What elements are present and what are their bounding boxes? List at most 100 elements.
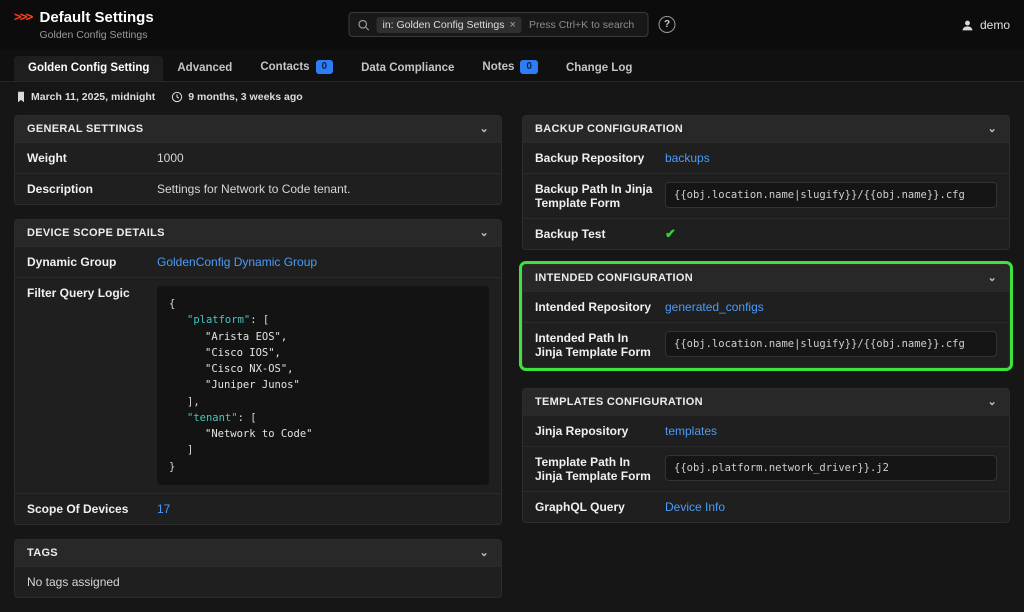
backup-repository-link[interactable]: backups [665, 151, 710, 165]
username: demo [979, 18, 1010, 32]
tab-label: Change Log [565, 62, 633, 74]
tags-header[interactable]: TAGS ⌄ [15, 539, 501, 566]
code-token: "platform" [187, 314, 251, 327]
chevron-down-icon: ⌄ [987, 396, 997, 408]
panel-tags: TAGS ⌄ No tags assigned [14, 538, 502, 598]
tab-label: Golden Config Setting [28, 62, 150, 74]
panel-title: GENERAL SETTINGS [27, 123, 144, 135]
tab-contacts[interactable]: Contacts 0 [246, 54, 347, 81]
template-path-value: {{obj.platform.network_driver}}.j2 [665, 455, 997, 481]
field-label: Intended Path In Jinja Template Form [535, 331, 651, 359]
record-meta: March 11, 2025, midnight 9 months, 3 wee… [0, 82, 1024, 109]
row-graphql-query: GraphQL Query Device Info [523, 491, 1009, 522]
code-token: "Juniper Junos" [205, 379, 300, 392]
intended-path-value: {{obj.location.name|slugify}}/{{obj.name… [665, 331, 997, 357]
row-dynamic-group: Dynamic Group GoldenConfig Dynamic Group [15, 246, 501, 277]
code-token: { [169, 298, 176, 310]
code-token: "Cisco IOS", [205, 346, 281, 359]
code-token: "Arista EOS", [205, 330, 288, 343]
panel-title: TAGS [27, 546, 58, 559]
panel-device-scope-details: DEVICE SCOPE DETAILS ⌄ Dynamic Group Gol… [14, 219, 502, 525]
field-value: 1000 [157, 151, 184, 165]
templates-configuration-header[interactable]: TEMPLATES CONFIGURATION ⌄ [523, 389, 1009, 415]
left-column: GENERAL SETTINGS ⌄ Weight 1000 Descripti… [14, 115, 502, 612]
panel-title: BACKUP CONFIGURATION [535, 123, 683, 135]
bookmark-icon [18, 91, 24, 103]
user-menu[interactable]: demo [961, 18, 1010, 32]
code-token: : [ [237, 411, 257, 424]
check-icon: ✔ [665, 226, 676, 241]
chevron-down-icon: ⌄ [987, 272, 997, 284]
tab-golden-config-setting[interactable]: Golden Config Setting [14, 56, 164, 81]
scope-of-devices-link[interactable]: 17 [157, 502, 170, 516]
field-label: GraphQL Query [535, 500, 625, 514]
graphql-query-link[interactable]: Device Info [665, 500, 725, 514]
panel-templates-configuration: TEMPLATES CONFIGURATION ⌄ Jinja Reposito… [522, 388, 1010, 523]
search-filter-chip[interactable]: in: Golden Config Settings × [376, 16, 522, 33]
field-label: Description [27, 182, 94, 196]
search-zone: in: Golden Config Settings × Press Ctrl+… [348, 12, 676, 37]
tab-bar: Golden Config Setting Advanced Contacts … [0, 50, 1024, 82]
brand: >>> Default Settings Golden Config Setti… [14, 9, 154, 41]
row-description: Description Settings for Network to Code… [15, 173, 501, 204]
chevron-down-icon: ⌄ [479, 546, 489, 559]
intended-configuration-header[interactable]: INTENDED CONFIGURATION ⌄ [523, 265, 1009, 291]
code-token: ], [187, 395, 200, 408]
row-jinja-repository: Jinja Repository templates [523, 415, 1009, 446]
panel-title: DEVICE SCOPE DETAILS [27, 227, 165, 239]
field-label: Dynamic Group [27, 255, 117, 269]
row-tags-empty: No tags assigned [15, 565, 501, 597]
row-weight: Weight 1000 [15, 142, 501, 173]
search-input[interactable]: in: Golden Config Settings × Press Ctrl+… [348, 12, 649, 37]
device-scope-header[interactable]: DEVICE SCOPE DETAILS ⌄ [15, 220, 501, 246]
backup-path-value: {{obj.location.name|slugify}}/{{obj.name… [665, 182, 997, 208]
search-placeholder: Press Ctrl+K to search [528, 18, 635, 31]
created-date: March 11, 2025, midnight [31, 91, 156, 103]
panel-title: INTENDED CONFIGURATION [535, 272, 693, 284]
tab-change-log[interactable]: Change Log [552, 56, 646, 81]
tab-label: Contacts [260, 61, 310, 73]
chevron-down-icon: ⌄ [479, 227, 489, 239]
nautobot-logo[interactable]: >>> [14, 10, 34, 25]
notes-count-badge: 0 [520, 60, 538, 74]
row-filter-query-logic: Filter Query Logic { "platform": [ "Aris… [15, 277, 501, 493]
code-token: ] [187, 444, 194, 457]
search-filter-label: in: Golden Config Settings [382, 18, 505, 31]
help-icon[interactable]: ? [658, 16, 676, 33]
field-label: Filter Query Logic [27, 286, 130, 300]
tab-notes[interactable]: Notes 0 [468, 54, 552, 81]
field-label: Template Path In Jinja Template Form [535, 455, 651, 483]
chevron-down-icon: ⌄ [987, 123, 997, 135]
age-text: 9 months, 3 weeks ago [188, 91, 303, 103]
user-icon [962, 20, 973, 30]
tags-empty-text: No tags assigned [27, 574, 120, 589]
field-label: Backup Repository [535, 151, 645, 165]
general-settings-header[interactable]: GENERAL SETTINGS ⌄ [15, 116, 501, 142]
code-token: "tenant" [187, 411, 238, 424]
row-intended-repository: Intended Repository generated_configs [523, 291, 1009, 322]
intended-repository-link[interactable]: generated_configs [665, 300, 764, 314]
filter-query-code: { "platform": [ "Arista EOS", "Cisco IOS… [157, 286, 489, 485]
panel-backup-configuration: BACKUP CONFIGURATION ⌄ Backup Repository… [522, 115, 1010, 250]
backup-configuration-header[interactable]: BACKUP CONFIGURATION ⌄ [523, 116, 1009, 142]
dynamic-group-link[interactable]: GoldenConfig Dynamic Group [157, 255, 317, 269]
chevron-down-icon: ⌄ [479, 123, 489, 135]
field-label: Weight [27, 151, 67, 165]
row-template-path: Template Path In Jinja Template Form {{o… [523, 446, 1009, 491]
tab-label: Notes [482, 61, 515, 73]
row-backup-test: Backup Test ✔ [523, 218, 1009, 249]
breadcrumb: Golden Config Settings [39, 29, 148, 41]
age-meta: 9 months, 3 weeks ago [171, 91, 303, 103]
code-token: : [ [250, 314, 270, 327]
top-header: >>> Default Settings Golden Config Setti… [0, 0, 1024, 50]
field-value: Settings for Network to Code tenant. [157, 182, 351, 196]
jinja-repository-link[interactable]: templates [665, 424, 717, 438]
right-column: BACKUP CONFIGURATION ⌄ Backup Repository… [522, 115, 1010, 612]
tab-label: Data Compliance [361, 62, 455, 74]
tab-label: Advanced [177, 62, 233, 74]
tab-data-compliance[interactable]: Data Compliance [347, 56, 468, 81]
tab-advanced[interactable]: Advanced [163, 56, 246, 81]
chip-close-icon[interactable]: × [510, 19, 516, 31]
contacts-count-badge: 0 [315, 60, 334, 74]
field-label: Scope Of Devices [27, 501, 129, 516]
